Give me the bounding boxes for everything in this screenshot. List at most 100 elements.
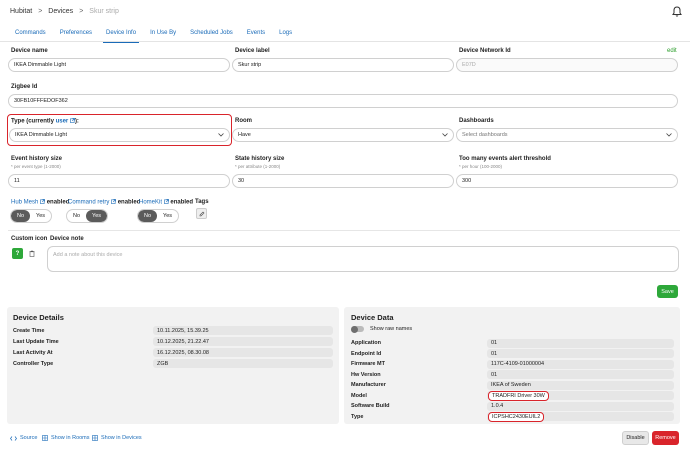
tab-preferences[interactable]: Preferences xyxy=(53,28,99,42)
tab-logs[interactable]: Logs xyxy=(272,28,299,42)
command-retry-link[interactable]: Command retry xyxy=(68,200,109,206)
tab-scheduled-jobs[interactable]: Scheduled Jobs xyxy=(183,28,240,42)
device-label-label: Device label xyxy=(235,48,270,54)
device-data-title: Device Data xyxy=(351,313,394,322)
chevron-right-icon: > xyxy=(38,8,43,15)
toggle-yes-option[interactable]: Yes xyxy=(157,210,178,222)
code-icon xyxy=(10,435,17,441)
table-row: Hw Version 01 xyxy=(351,370,674,381)
raw-names-row: Show raw names xyxy=(351,325,413,333)
pencil-icon xyxy=(199,211,204,216)
tab-events[interactable]: Events xyxy=(240,28,272,42)
zigbee-id-label: Zigbee Id xyxy=(11,84,38,90)
chevron-down-icon xyxy=(218,133,224,137)
device-note-textarea[interactable]: Add a note about this device xyxy=(47,246,679,272)
toggle-no-option[interactable]: No xyxy=(138,210,158,222)
table-row: Last Activity At 16.12.2025, 08.30.08 xyxy=(13,347,333,358)
homekit-label: HomeKit enabled xyxy=(139,199,194,206)
raw-names-label: Show raw names xyxy=(370,326,413,332)
event-history-hint: * per event type (1-2000) xyxy=(11,164,61,169)
disable-button[interactable]: Disable xyxy=(622,431,649,445)
show-in-rooms-link[interactable]: Show in Rooms xyxy=(42,435,90,441)
room-select[interactable]: Have xyxy=(232,128,454,142)
external-link-icon[interactable] xyxy=(111,199,116,204)
dashboards-select[interactable]: Select dashboards xyxy=(456,128,678,142)
breadcrumb-section[interactable]: Devices xyxy=(48,8,73,15)
homekit-link[interactable]: HomeKit xyxy=(139,200,162,206)
table-row: Firmware MT 117C-4109-01000004 xyxy=(351,359,674,370)
trash-icon[interactable] xyxy=(26,248,37,259)
dashboards-label: Dashboards xyxy=(459,118,494,124)
table-row: Create Time 10.11.2025, 15.39.25 xyxy=(13,325,333,336)
device-name-input[interactable]: IKEA Dimmable Light xyxy=(8,58,230,72)
command-retry-toggle[interactable]: No Yes xyxy=(66,209,109,223)
device-data-list: Application 01 Endpoint Id 01 Firmware M… xyxy=(351,338,674,422)
table-row: Application 01 xyxy=(351,338,674,349)
tab-commands[interactable]: Commands xyxy=(8,28,53,42)
chevron-down-icon xyxy=(666,133,672,137)
raw-names-switch[interactable] xyxy=(351,325,364,333)
tab-bar: Commands Preferences Device Info In Use … xyxy=(0,28,690,43)
model-value-highlight: TRADFRI Driver 30W xyxy=(488,390,549,401)
grid-icon xyxy=(92,435,98,441)
hub-mesh-label: Hub Mesh enabled xyxy=(11,199,70,206)
remove-button[interactable]: Remove xyxy=(652,431,679,445)
type-value-highlight: ICPSHC2430EUIL2 xyxy=(488,411,545,422)
custom-icon-button[interactable]: ? xyxy=(12,248,23,259)
show-in-devices-link[interactable]: Show in Devices xyxy=(92,435,142,441)
zigbee-id-input[interactable]: 30FB10FFFEDOF362 xyxy=(8,94,678,108)
bell-icon[interactable] xyxy=(672,6,682,17)
state-history-input[interactable]: 30 xyxy=(232,174,454,188)
too-many-events-label: Too many events alert threshold xyxy=(459,156,551,162)
chevron-down-icon xyxy=(442,133,448,137)
event-history-label: Event history size xyxy=(11,156,63,162)
network-id-input[interactable]: E07D xyxy=(456,58,678,72)
type-label: Type (currently user ): xyxy=(11,118,79,125)
toggle-yes-option[interactable]: Yes xyxy=(30,210,51,222)
network-id-label: Device Network Id xyxy=(459,48,511,54)
homekit-toggle[interactable]: No Yes xyxy=(137,209,180,223)
source-link[interactable]: Source xyxy=(10,435,37,441)
tab-in-use-by[interactable]: In Use By xyxy=(143,28,183,42)
section-divider xyxy=(8,230,680,231)
edit-tags-button[interactable] xyxy=(196,208,207,219)
grid-icon xyxy=(42,435,48,441)
device-name-label: Device name xyxy=(11,48,48,54)
custom-icon-label: Custom icon xyxy=(11,236,48,242)
table-row: Manufacturer IKEA of Sweden xyxy=(351,380,674,391)
hub-mesh-link[interactable]: Hub Mesh xyxy=(11,200,38,206)
tags-label: Tags xyxy=(195,199,209,205)
device-details-title: Device Details xyxy=(13,313,64,322)
device-note-label: Device note xyxy=(50,236,84,242)
table-row: Endpoint Id 01 xyxy=(351,349,674,360)
table-row: Type ICPSHC2430EUIL2 xyxy=(351,411,674,423)
tab-device-info[interactable]: Device Info xyxy=(99,28,143,43)
type-user-link[interactable]: user xyxy=(56,119,69,125)
save-button[interactable]: Save xyxy=(657,285,678,298)
external-link-icon[interactable] xyxy=(40,199,45,204)
toggle-yes-option[interactable]: Yes xyxy=(86,210,108,222)
table-row: Software Build 1.0.4 xyxy=(351,401,674,412)
table-row: Last Update Time 10.12.2025, 21.22.47 xyxy=(13,336,333,347)
table-row: Model TRADFRI Driver 30W xyxy=(351,390,674,402)
table-row: Controller Type ZGB xyxy=(13,358,333,369)
state-history-hint: * per attribute (1-2000) xyxy=(235,164,281,169)
breadcrumb: Hubitat > Devices > Skur strip xyxy=(10,8,119,15)
toggle-no-option[interactable]: No xyxy=(67,210,86,222)
room-label: Room xyxy=(235,118,252,124)
device-details-list: Create Time 10.11.2025, 15.39.25 Last Up… xyxy=(13,325,333,369)
breadcrumb-root[interactable]: Hubitat xyxy=(10,8,32,15)
external-link-icon[interactable] xyxy=(163,199,169,204)
command-retry-label: Command retry enabled xyxy=(68,199,141,206)
chevron-right-icon: > xyxy=(79,8,84,15)
too-many-events-hint: * per hour (100-2000) xyxy=(459,164,503,169)
too-many-events-input[interactable]: 300 xyxy=(456,174,678,188)
type-select[interactable]: IKEA Dimmable Light xyxy=(9,128,230,142)
edit-network-id-link[interactable]: edit xyxy=(667,48,677,54)
device-label-input[interactable]: Skur strip xyxy=(232,58,454,72)
toggle-no-option[interactable]: No xyxy=(11,210,31,222)
state-history-label: State history size xyxy=(235,156,285,162)
event-history-input[interactable]: 11 xyxy=(8,174,230,188)
breadcrumb-current: Skur strip xyxy=(89,8,119,15)
hub-mesh-toggle[interactable]: No Yes xyxy=(10,209,53,223)
